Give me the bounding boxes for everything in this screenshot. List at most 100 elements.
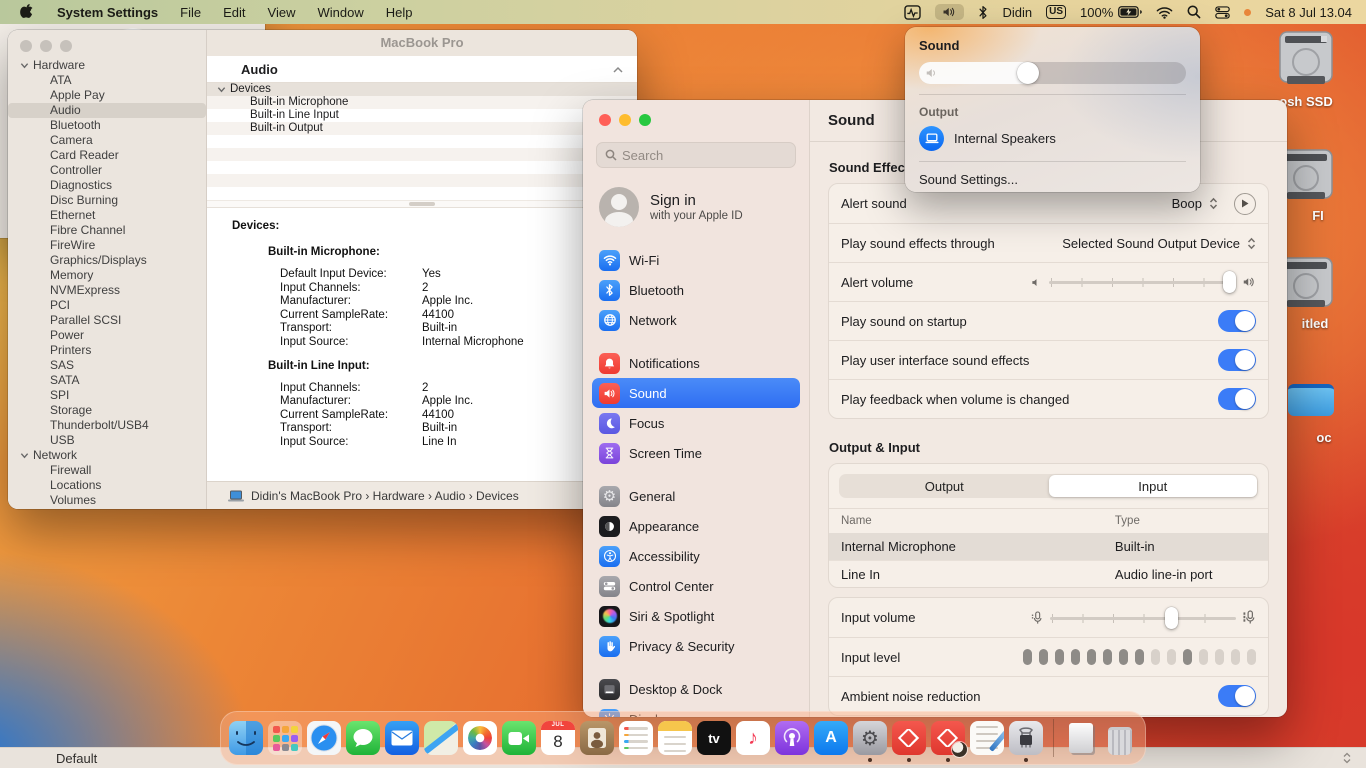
sidebar-item[interactable]: USB xyxy=(8,433,206,448)
menu-view[interactable]: View xyxy=(268,5,296,20)
slider-thumb[interactable] xyxy=(1017,62,1039,84)
sidebar-item-screen-time[interactable]: Screen Time xyxy=(592,438,800,468)
battery-menu[interactable]: 100% xyxy=(1080,5,1142,20)
dock-anydesk-session-icon[interactable] xyxy=(931,721,965,755)
close-button[interactable] xyxy=(599,114,611,126)
dock-calendar-icon[interactable]: JUL 8 xyxy=(541,721,575,755)
table-row-internal-microphone[interactable]: Internal Microphone Built-in xyxy=(829,533,1268,560)
tab-input[interactable]: Input xyxy=(1049,475,1258,497)
sidebar-group-hardware[interactable]: Hardware xyxy=(8,58,206,73)
sidebar-item[interactable]: FireWire xyxy=(8,238,206,253)
alert-volume-slider[interactable] xyxy=(1049,271,1235,293)
minimize-button[interactable] xyxy=(40,40,52,52)
sidebar-item[interactable]: Graphics/Displays xyxy=(8,253,206,268)
dock-textedit-icon[interactable] xyxy=(970,721,1004,755)
input-source-menu[interactable]: US xyxy=(1046,5,1066,19)
menu-edit[interactable]: Edit xyxy=(223,5,245,20)
apple-logo-icon[interactable] xyxy=(20,4,35,21)
dock-system-information-icon[interactable] xyxy=(1009,721,1043,755)
sidebar-item[interactable]: Thunderbolt/USB4 xyxy=(8,418,206,433)
ambient-noise-toggle[interactable] xyxy=(1218,685,1256,707)
dock-launchpad-icon[interactable] xyxy=(268,721,302,755)
spotlight-search-icon[interactable] xyxy=(1187,5,1201,19)
breadcrumb[interactable]: Didin's MacBook Pro › Hardware › Audio ›… xyxy=(207,481,637,509)
sidebar-item[interactable]: Storage xyxy=(8,403,206,418)
wifi-menu-icon[interactable] xyxy=(1156,6,1173,19)
sidebar-item-wifi[interactable]: Wi-Fi xyxy=(592,245,800,275)
sidebar-item[interactable]: PCI xyxy=(8,298,206,313)
dock-documents-stack[interactable] xyxy=(1064,721,1098,755)
sidebar-item-audio-selected[interactable]: Audio xyxy=(8,103,206,118)
dock-music-icon[interactable]: ♪ xyxy=(736,721,770,755)
slider-thumb[interactable] xyxy=(1223,271,1236,293)
sidebar-item[interactable]: Parallel SCSI xyxy=(8,313,206,328)
dock-trash-icon[interactable] xyxy=(1103,721,1137,755)
ui-sounds-toggle[interactable] xyxy=(1218,349,1256,371)
dock-anydesk-icon[interactable] xyxy=(892,721,926,755)
sidebar-item[interactable]: Locations xyxy=(8,478,206,493)
sign-in-item[interactable]: Sign in with your Apple ID xyxy=(599,187,809,227)
dock-reminders-icon[interactable] xyxy=(619,721,653,755)
tree-row-built-in-output[interactable]: Built-in Output xyxy=(207,122,637,135)
tab-output[interactable]: Output xyxy=(840,475,1049,497)
expand-collapse-icon[interactable] xyxy=(1342,752,1352,764)
table-row-line-in[interactable]: Line In Audio line-in port xyxy=(829,560,1268,587)
sidebar-item-general[interactable]: ⚙ General xyxy=(592,481,800,511)
dock-mail-icon[interactable] xyxy=(385,721,419,755)
popup-chevrons-icon[interactable] xyxy=(1209,197,1218,210)
sidebar-item-privacy[interactable]: Privacy & Security xyxy=(592,631,800,661)
popup-chevrons-icon[interactable] xyxy=(1247,237,1256,250)
sidebar-item[interactable]: Firewall xyxy=(8,463,206,478)
sidebar-item[interactable]: Printers xyxy=(8,343,206,358)
sidebar-item-sound[interactable]: Sound xyxy=(592,378,800,408)
output-device-item[interactable]: Internal Speakers xyxy=(919,126,1186,151)
sidebar-item[interactable]: SATA xyxy=(8,373,206,388)
dock-finder-icon[interactable] xyxy=(229,721,263,755)
user-menu-label[interactable]: Didin xyxy=(1002,5,1032,20)
sidebar-item-siri[interactable]: Siri & Spotlight xyxy=(592,601,800,631)
sidebar-item[interactable]: Card Reader xyxy=(8,148,206,163)
play-alert-sound-button[interactable] xyxy=(1234,193,1256,215)
search-input[interactable]: Search xyxy=(596,142,796,168)
sidebar-item[interactable]: Memory xyxy=(8,268,206,283)
sidebar-item[interactable]: Camera xyxy=(8,133,206,148)
clock-menu[interactable]: Sat 8 Jul 13.04 xyxy=(1265,5,1352,20)
sidebar-item[interactable]: Fibre Channel xyxy=(8,223,206,238)
sidebar-item[interactable]: ATA xyxy=(8,73,206,88)
collapse-chevron-icon[interactable] xyxy=(613,66,623,73)
sidebar-item-bluetooth[interactable]: Bluetooth xyxy=(592,275,800,305)
dock-system-settings-icon[interactable]: ⚙ xyxy=(853,721,887,755)
sound-settings-link[interactable]: Sound Settings... xyxy=(919,172,1186,187)
alert-sound-popup[interactable]: Boop xyxy=(1172,196,1202,211)
sidebar-item-notifications[interactable]: Notifications xyxy=(592,348,800,378)
menu-file[interactable]: File xyxy=(180,5,201,20)
menu-help[interactable]: Help xyxy=(386,5,413,20)
sidebar-item-focus[interactable]: Focus xyxy=(592,408,800,438)
sidebar-item[interactable]: Controller xyxy=(8,163,206,178)
sidebar-item[interactable]: Volumes xyxy=(8,493,206,508)
dock-appstore-icon[interactable]: A xyxy=(814,721,848,755)
sidebar-item[interactable]: Apple Pay xyxy=(8,88,206,103)
volume-feedback-toggle[interactable] xyxy=(1218,388,1256,410)
sound-menu-extra-icon[interactable] xyxy=(935,4,964,20)
input-volume-slider[interactable] xyxy=(1050,607,1236,629)
sidebar-item-desktop-dock[interactable]: Desktop & Dock xyxy=(592,674,800,704)
sidebar-item[interactable]: Diagnostics xyxy=(8,178,206,193)
control-center-menu-icon[interactable] xyxy=(1215,6,1230,19)
dock-maps-icon[interactable] xyxy=(424,721,458,755)
sidebar-item-appearance[interactable]: Appearance xyxy=(592,511,800,541)
splitter-handle[interactable] xyxy=(207,200,637,208)
active-app-name[interactable]: System Settings xyxy=(57,5,158,20)
close-button[interactable] xyxy=(20,40,32,52)
minimize-button[interactable] xyxy=(619,114,631,126)
dock-contacts-icon[interactable] xyxy=(580,721,614,755)
zoom-button[interactable] xyxy=(639,114,651,126)
menu-window[interactable]: Window xyxy=(317,5,363,20)
dock-podcasts-icon[interactable] xyxy=(775,721,809,755)
dock-messages-icon[interactable] xyxy=(346,721,380,755)
dock-tv-icon[interactable]: tv xyxy=(697,721,731,755)
tree-row-built-in-line-input[interactable]: Built-in Line Input xyxy=(207,109,637,122)
sidebar-item[interactable]: Bluetooth xyxy=(8,118,206,133)
play-through-popup[interactable]: Selected Sound Output Device xyxy=(1062,236,1240,251)
sidebar-item-control-center[interactable]: Control Center xyxy=(592,571,800,601)
